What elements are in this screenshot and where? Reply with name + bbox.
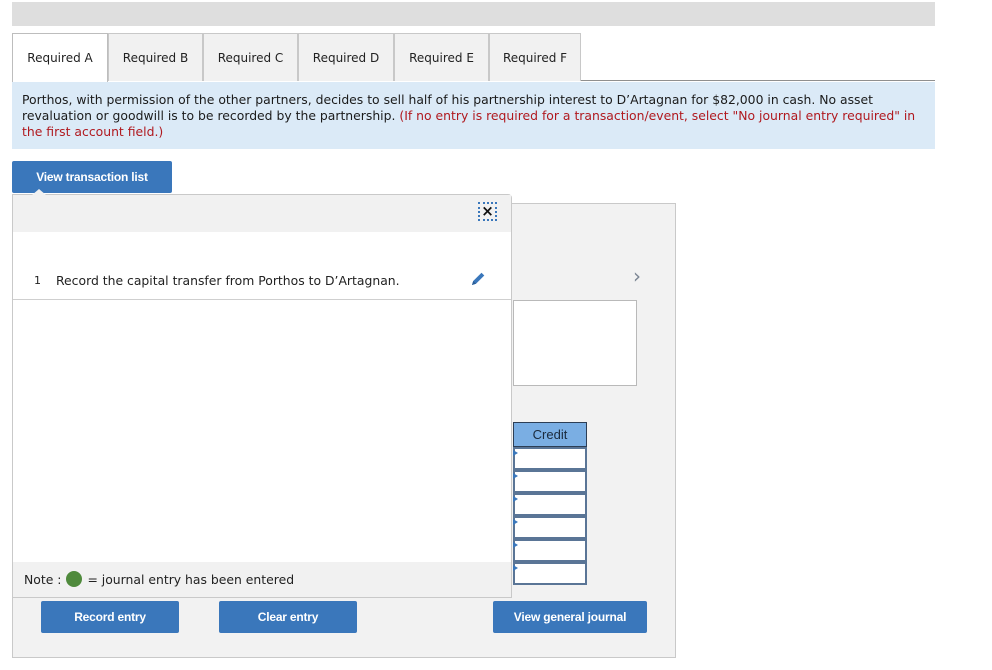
transaction-list-popup: × 1 Record the capital transfer from Por… [12, 194, 512, 598]
credit-column: Credit [513, 422, 587, 585]
tab-required-d[interactable]: Required D [298, 33, 394, 81]
popup-header: × [13, 195, 511, 232]
popup-pointer [32, 189, 46, 195]
credit-header: Credit [513, 422, 587, 447]
tab-required-b[interactable]: Required B [108, 33, 203, 81]
transaction-number: 1 [34, 274, 41, 287]
entry-description-box [513, 300, 637, 386]
tab-required-c[interactable]: Required C [203, 33, 298, 81]
record-entry-button[interactable]: Record entry [41, 601, 179, 633]
legend-note: Note : = journal entry has been entered [13, 562, 511, 597]
credit-input[interactable] [513, 539, 587, 562]
credit-input[interactable] [513, 470, 587, 493]
transaction-description[interactable]: Record the capital transfer from Porthos… [56, 273, 400, 288]
close-icon[interactable]: × [478, 202, 497, 221]
question-prompt: Porthos, with permission of the other pa… [12, 82, 935, 149]
credit-input[interactable] [513, 562, 587, 585]
chevron-right-icon[interactable]: › [633, 264, 641, 288]
entered-indicator-icon [66, 571, 83, 587]
credit-input[interactable] [513, 516, 587, 539]
tab-required-f[interactable]: Required F [489, 33, 581, 81]
clear-entry-button[interactable]: Clear entry [219, 601, 357, 633]
pencil-icon[interactable] [469, 270, 487, 288]
tab-required-e[interactable]: Required E [394, 33, 489, 81]
note-label: Note : [24, 572, 62, 587]
tab-bar: Required A Required B Required C Require… [12, 33, 935, 82]
credit-input[interactable] [513, 447, 587, 470]
credit-input[interactable] [513, 493, 587, 516]
note-text: = journal entry has been entered [87, 572, 295, 587]
view-general-journal-button[interactable]: View general journal [493, 601, 647, 633]
top-bar [12, 2, 935, 26]
transaction-row[interactable]: 1 Record the capital transfer from Porth… [13, 263, 511, 300]
tab-required-a[interactable]: Required A [12, 33, 108, 82]
